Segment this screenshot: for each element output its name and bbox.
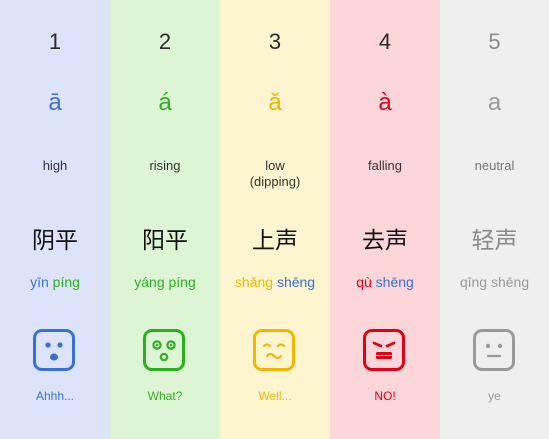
tone-name-pinyin: shǎng shēng	[234, 274, 316, 290]
tone-name-hanzi: 轻声	[471, 228, 518, 254]
tone-description: low (dipping)	[249, 158, 301, 189]
tone-column-5: 5 a neutral 轻声 qīng shēng ye	[440, 0, 549, 439]
tone-exclamation: ye	[488, 389, 501, 403]
tone-name-pinyin: qīng shēng	[459, 274, 530, 290]
tone-number: 5	[488, 29, 501, 54]
angry-face-icon	[363, 329, 405, 371]
neutral-face-icon	[472, 329, 515, 371]
tone-name-hanzi: 阳平	[142, 228, 188, 254]
tone-description: falling	[368, 158, 402, 173]
tone-column-4: 4 à falling 去声 qù shēng NO!	[330, 0, 440, 439]
tone-number: 1	[48, 29, 62, 54]
tone-description: neutral	[474, 158, 515, 173]
tone-mark: à	[378, 89, 392, 116]
tone-description: rising	[149, 158, 181, 173]
tone-chart: 1 ā high 阴平 yīn píng Ahhh... 2 á rising …	[0, 0, 549, 439]
tone-name-hanzi: 阴平	[32, 228, 78, 254]
tone-mark: a	[487, 89, 502, 116]
tone-description: high	[42, 158, 68, 173]
tone-exclamation: What?	[147, 389, 183, 403]
tone-name-pinyin: yīn píng	[30, 274, 80, 290]
tone-column-2: 2 á rising 阳平 yáng píng What?	[110, 0, 220, 439]
hesitant-face-icon	[253, 329, 295, 371]
tone-mark: ā	[48, 89, 62, 116]
tone-mark: á	[158, 89, 172, 116]
tone-mark: ǎ	[268, 89, 282, 116]
tone-name-hanzi: 上声	[252, 228, 298, 254]
tone-number: 3	[268, 29, 282, 54]
tone-exclamation: Ahhh...	[35, 389, 75, 403]
surprised-face-icon	[33, 329, 75, 371]
tone-number: 4	[378, 29, 392, 54]
tone-column-3: 3 ǎ low (dipping) 上声 shǎng shēng Well...	[220, 0, 330, 439]
tone-name-pinyin: yáng píng	[134, 274, 196, 290]
tone-column-1: 1 ā high 阴平 yīn píng Ahhh...	[0, 0, 110, 439]
tone-number: 2	[158, 29, 172, 54]
questioning-face-icon	[143, 329, 185, 371]
tone-exclamation: NO!	[374, 389, 396, 403]
tone-name-hanzi: 去声	[362, 228, 408, 254]
tone-name-pinyin: qù shēng	[356, 274, 414, 290]
tone-exclamation: Well...	[258, 389, 292, 403]
